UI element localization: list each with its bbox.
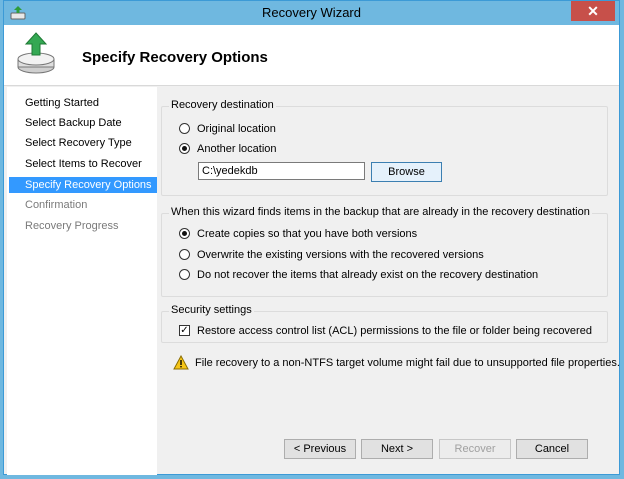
warning-text: File recovery to a non-NTFS target volum…	[195, 357, 620, 369]
restore-acl-label: Restore access control list (ACL) permis…	[197, 325, 592, 337]
step-select-recovery-type[interactable]: Select Recovery Type	[9, 135, 157, 151]
next-button[interactable]: Next >	[361, 439, 433, 459]
title-bar[interactable]: Recovery Wizard ✕	[4, 1, 619, 25]
another-location-radio[interactable]	[179, 143, 190, 154]
close-icon: ✕	[587, 3, 599, 19]
options-panel: Recovery destination Original location A…	[159, 87, 621, 475]
close-button[interactable]: ✕	[571, 1, 615, 21]
step-getting-started[interactable]: Getting Started	[9, 95, 157, 111]
recover-button: Recover	[439, 439, 511, 459]
wizard-steps-sidebar: Getting Started Select Backup Date Selec…	[7, 87, 157, 475]
recovery-destination-label: Recovery destination	[169, 99, 276, 111]
page-title: Specify Recovery Options	[82, 49, 268, 66]
original-location-label: Original location	[197, 123, 276, 135]
step-confirmation: Confirmation	[25, 199, 88, 211]
another-location-label: Another location	[197, 143, 277, 155]
original-location-radio[interactable]	[179, 123, 190, 134]
conflict-options-label: When this wizard finds items in the back…	[169, 206, 592, 218]
step-specify-options[interactable]: Specify Recovery Options	[9, 177, 157, 193]
cancel-button[interactable]: Cancel	[516, 439, 588, 459]
step-select-backup-date[interactable]: Select Backup Date	[9, 115, 157, 131]
create-copies-radio[interactable]	[179, 228, 190, 239]
do-not-recover-label: Do not recover the items that already ex…	[197, 269, 539, 281]
previous-button[interactable]: < Previous	[284, 439, 356, 459]
recovery-disk-icon	[17, 32, 55, 74]
browse-button[interactable]: Browse	[371, 162, 442, 182]
recovery-path-input[interactable]: C:\yedekdb	[198, 162, 365, 180]
security-settings-label: Security settings	[169, 304, 254, 316]
wizard-header: Specify Recovery Options	[4, 25, 619, 86]
step-select-items[interactable]: Select Items to Recover	[9, 156, 157, 172]
warning-triangle-icon	[173, 355, 189, 370]
restore-acl-checkbox[interactable]: ✓	[179, 325, 190, 336]
recovery-wizard-window: Recovery Wizard ✕ Specify Recovery Optio…	[3, 0, 620, 475]
create-copies-label: Create copies so that you have both vers…	[197, 228, 418, 240]
do-not-recover-radio[interactable]	[179, 269, 190, 280]
window-title: Recovery Wizard	[262, 5, 361, 20]
overwrite-label: Overwrite the existing versions with the…	[197, 249, 484, 261]
overwrite-radio[interactable]	[179, 249, 190, 260]
step-recovery-progress: Recovery Progress	[25, 220, 119, 232]
